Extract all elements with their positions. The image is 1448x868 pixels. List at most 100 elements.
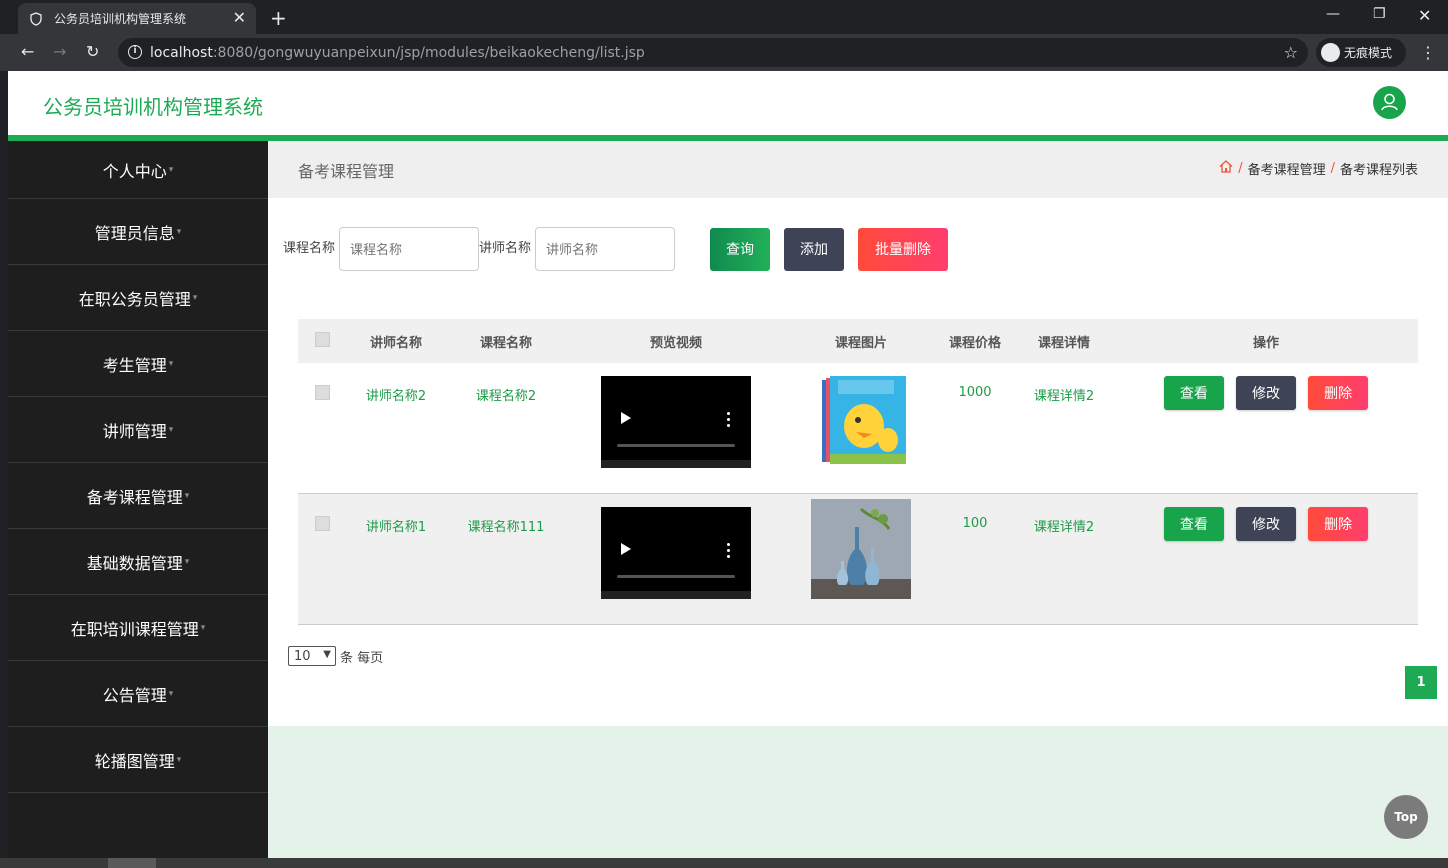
sidebar-item-label: 讲师管理 <box>102 421 167 441</box>
course-image-vases <box>811 499 911 599</box>
per-page-label: 条 每页 <box>340 650 384 666</box>
add-button[interactable]: 添加 <box>784 227 845 271</box>
caret-down-icon: ▾ <box>168 164 174 175</box>
window-close-icon[interactable]: ✕ <box>1418 6 1431 25</box>
price-cell: 1000 <box>958 385 992 400</box>
url-path: :8080/gongwuyuanpeixun/jsp/modules/beika… <box>212 44 645 61</box>
select-all-checkbox[interactable] <box>314 331 330 347</box>
table-row: 讲师名称1 课程名称111 100 课程详情2 查看 修改 删除 <box>298 494 1418 625</box>
preview-video-player[interactable] <box>601 376 751 468</box>
column-header[interactable]: 课程名称 <box>446 332 566 351</box>
breadcrumb-separator: / <box>1330 161 1335 176</box>
more-options-icon[interactable] <box>727 412 731 430</box>
page-size-value: 10 <box>294 648 311 664</box>
back-icon[interactable]: ← <box>21 43 34 61</box>
breadcrumb-item: 备考课程列表 <box>1339 163 1418 178</box>
edit-button[interactable]: 修改 <box>1236 507 1296 541</box>
sidebar-item-admin-info[interactable]: 管理员信息 ▾ <box>8 199 268 265</box>
url-host: localhost <box>150 44 213 61</box>
teacher-name-cell: 讲师名称1 <box>365 520 427 535</box>
search-bar: 课程名称 讲师名称 查询 添加 批量删除 <box>283 227 949 271</box>
video-progress-bar[interactable] <box>617 575 735 578</box>
page-header-bar: 备考课程管理 / 备考课程管理 / 备考课程列表 <box>268 141 1448 198</box>
column-header: 操作 <box>1252 335 1279 351</box>
caret-down-icon: ▾ <box>168 424 174 435</box>
sidebar-item-carousel[interactable]: 轮播图管理 ▾ <box>8 727 268 793</box>
caret-down-icon: ▾ <box>168 358 174 369</box>
view-button[interactable]: 查看 <box>1163 376 1224 410</box>
incognito-indicator[interactable]: 无痕模式 <box>1316 38 1406 67</box>
more-options-icon[interactable] <box>727 543 731 561</box>
main-content: 备考课程管理 / 备考课程管理 / 备考课程列表 课程名称 讲师名称 查询 添加… <box>268 141 1448 858</box>
price-cell: 100 <box>962 516 988 531</box>
video-progress-bar[interactable] <box>617 444 735 447</box>
preview-video-player[interactable] <box>601 507 751 599</box>
delete-button[interactable]: 删除 <box>1308 376 1369 410</box>
browser-tab-title: 公务员培训机构管理系统 <box>54 12 187 26</box>
sidebar-item-label: 公告管理 <box>102 685 167 705</box>
reload-icon[interactable]: ↻ <box>86 43 99 61</box>
minimize-icon[interactable]: — <box>1326 6 1340 22</box>
sidebar: 个人中心 ▾ 管理员信息 ▾ 在职公务员管理 ▾ 考生管理 ▾ 讲师管理 ▾ 备考课程管理… <box>8 141 268 858</box>
sidebar-item-label: 个人中心 <box>102 161 167 181</box>
tab-close-icon[interactable]: ✕ <box>233 10 246 26</box>
chevron-down-icon: ▼ <box>323 649 331 660</box>
page-title: 备考课程管理 <box>298 162 395 181</box>
page-number-button[interactable]: 1 <box>1405 666 1437 699</box>
course-name-cell: 课程名称111 <box>467 520 545 535</box>
query-button[interactable]: 查询 <box>710 227 771 271</box>
course-name-input[interactable] <box>339 227 480 271</box>
sidebar-item-examinee[interactable]: 考生管理 ▾ <box>8 331 268 397</box>
column-header[interactable]: 讲师名称 <box>346 332 446 351</box>
edit-button[interactable]: 修改 <box>1236 376 1296 410</box>
teacher-name-label: 讲师名称 <box>479 240 532 256</box>
page-size-select[interactable]: 10 ▼ <box>288 646 336 666</box>
row-checkbox[interactable] <box>314 516 330 531</box>
delete-button[interactable]: 删除 <box>1308 507 1369 541</box>
sidebar-item-exam-course[interactable]: 备考课程管理 ▾ <box>8 463 268 529</box>
sidebar-item-civil-servant[interactable]: 在职公务员管理 ▾ <box>8 265 268 331</box>
play-icon[interactable] <box>621 412 631 424</box>
sidebar-item-basic-data[interactable]: 基础数据管理 ▾ <box>8 529 268 595</box>
sidebar-item-notice[interactable]: 公告管理 ▾ <box>8 661 268 727</box>
sidebar-item-teacher[interactable]: 讲师管理 ▾ <box>8 397 268 463</box>
caret-down-icon: ▾ <box>184 556 190 567</box>
sidebar-item-personal-center[interactable]: 个人中心 ▾ <box>8 141 268 199</box>
app-header: 公务员培训机构管理系统 <box>8 71 1448 135</box>
user-avatar-icon[interactable] <box>1373 86 1406 119</box>
breadcrumb-item[interactable]: 备考课程管理 <box>1248 159 1326 178</box>
sidebar-item-label: 在职公务员管理 <box>78 289 191 309</box>
restore-icon[interactable]: ❐ <box>1373 6 1386 22</box>
course-name-label: 课程名称 <box>283 240 336 256</box>
back-to-top-button[interactable]: Top <box>1384 795 1428 839</box>
bookmark-star-icon[interactable]: ☆ <box>1284 43 1298 62</box>
address-bar[interactable]: i localhost:8080/gongwuyuanpeixun/jsp/mo… <box>118 38 1308 67</box>
browser-tab[interactable]: 公务员培训机构管理系统 ✕ <box>18 3 256 34</box>
home-icon[interactable] <box>1219 160 1233 177</box>
forward-icon[interactable]: → <box>53 43 66 61</box>
new-tab-icon[interactable]: + <box>270 6 287 30</box>
browser-tabstrip: 公务员培训机构管理系统 ✕ + — ❐ ✕ <box>0 0 1448 34</box>
incognito-label: 无痕模式 <box>1344 46 1393 60</box>
teacher-name-input[interactable] <box>535 227 676 271</box>
incognito-icon <box>1321 43 1340 62</box>
footer-area <box>268 726 1448 858</box>
row-checkbox[interactable] <box>314 385 330 400</box>
table-header: 讲师名称 课程名称 预览视频 课程图片 课程价格 课程详情 操作 <box>298 319 1418 363</box>
batch-delete-button[interactable]: 批量删除 <box>858 227 949 271</box>
detail-cell: 课程详情2 <box>1033 520 1095 535</box>
browser-menu-icon[interactable]: ⋮ <box>1420 43 1436 62</box>
sidebar-item-label: 在职培训课程管理 <box>70 619 199 639</box>
course-table: 讲师名称 课程名称 预览视频 课程图片 课程价格 课程详情 操作 讲师名称2 课… <box>298 319 1418 625</box>
view-button[interactable]: 查看 <box>1163 507 1224 541</box>
sidebar-item-training-course[interactable]: 在职培训课程管理 ▾ <box>8 595 268 661</box>
caret-down-icon: ▾ <box>168 688 174 699</box>
column-header[interactable]: 课程价格 <box>936 332 1014 351</box>
caret-down-icon: ▾ <box>200 622 206 633</box>
course-name-cell: 课程名称2 <box>475 389 537 404</box>
detail-cell: 课程详情2 <box>1033 389 1095 404</box>
info-icon[interactable]: i <box>128 45 142 59</box>
play-icon[interactable] <box>621 543 631 555</box>
caret-down-icon: ▾ <box>176 754 182 765</box>
course-image-book <box>816 374 906 468</box>
